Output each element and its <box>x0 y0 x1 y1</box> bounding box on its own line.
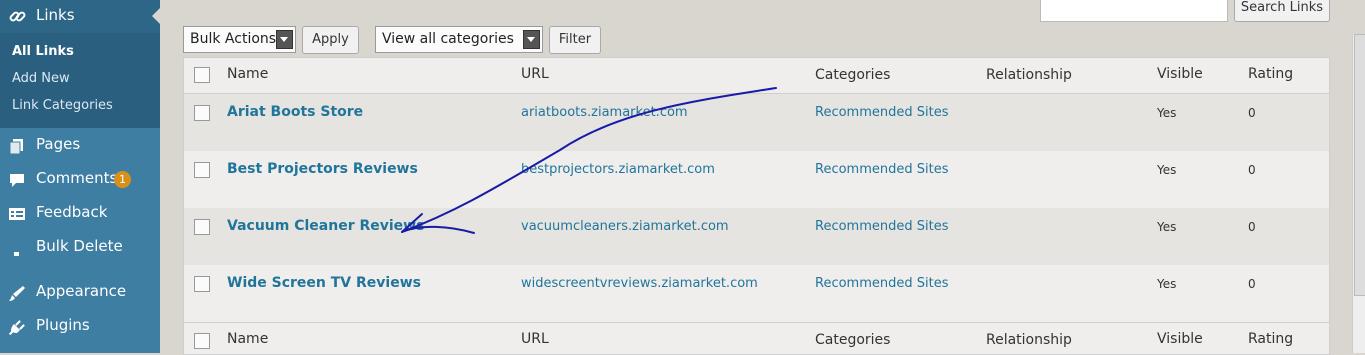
submenu-all-links[interactable]: All Links <box>12 44 74 59</box>
apply-button[interactable]: Apply <box>302 26 359 54</box>
admin-sidebar: Links All Links Add New Link Categories … <box>0 0 160 353</box>
sidebar-item-feedback[interactable]: Feedback <box>0 198 160 228</box>
link-url[interactable]: vacuumcleaners.ziamarket.com <box>521 219 729 234</box>
column-header-visible[interactable]: Visible <box>1157 66 1203 82</box>
sidebar-item-appearance[interactable]: Appearance <box>0 277 160 307</box>
links-table: Name URL Categories Relationship Visible… <box>183 57 1330 355</box>
column-footer-visible[interactable]: Visible <box>1157 331 1203 347</box>
scrollbar-thumb[interactable] <box>1354 34 1365 296</box>
row-checkbox[interactable] <box>194 276 210 292</box>
sidebar-item-label: Appearance <box>36 282 127 300</box>
sidebar-item-links[interactable]: Links <box>0 0 160 33</box>
link-rating: 0 <box>1248 106 1256 120</box>
link-url[interactable]: ariatboots.ziamarket.com <box>521 105 688 120</box>
link-name[interactable]: Wide Screen TV Reviews <box>227 275 421 291</box>
sidebar-item-label: Pages <box>36 135 81 153</box>
pages-icon <box>9 139 23 154</box>
link-rating: 0 <box>1248 220 1256 234</box>
filter-button[interactable]: Filter <box>549 26 601 54</box>
submenu-link-categories[interactable]: Link Categories <box>12 98 113 113</box>
bulk-actions-value: Bulk Actions <box>190 31 277 47</box>
category-filter-select[interactable]: View all categories <box>375 26 543 53</box>
feedback-icon <box>9 208 25 220</box>
row-checkbox[interactable] <box>194 219 210 235</box>
link-category[interactable]: Recommended Sites <box>815 276 948 291</box>
link-category[interactable]: Recommended Sites <box>815 105 948 120</box>
row-checkbox[interactable] <box>194 162 210 178</box>
category-filter-value: View all categories <box>382 31 514 47</box>
column-header-name[interactable]: Name <box>227 66 268 82</box>
comment-count-badge: 1 <box>114 171 131 188</box>
column-footer-relationship: Relationship <box>986 332 1072 348</box>
table-row: Vacuum Cleaner Reviews vacuumcleaners.zi… <box>184 208 1329 265</box>
sidebar-item-plugins[interactable]: Plugins <box>0 311 160 341</box>
column-footer-name[interactable]: Name <box>227 331 268 347</box>
chevron-down-icon <box>523 30 540 49</box>
chevron-down-icon <box>276 30 293 49</box>
row-checkbox[interactable] <box>194 105 210 121</box>
link-name[interactable]: Ariat Boots Store <box>227 104 363 120</box>
column-footer-rating[interactable]: Rating <box>1248 331 1293 347</box>
sidebar-item-label: Bulk Delete <box>36 237 123 255</box>
sidebar-item-label: Links <box>36 6 75 24</box>
bulk-actions-select[interactable]: Bulk Actions <box>183 26 296 53</box>
link-name[interactable]: Best Projectors Reviews <box>227 161 418 177</box>
table-row: Wide Screen TV Reviews widescreentvrevie… <box>184 265 1329 322</box>
submenu-add-new[interactable]: Add New <box>12 71 70 86</box>
table-footer: Name URL Categories Relationship Visible… <box>184 323 1329 354</box>
plugins-icon <box>9 320 25 335</box>
table-row: Ariat Boots Store ariatboots.ziamarket.c… <box>184 94 1329 151</box>
link-visible: Yes <box>1157 106 1177 120</box>
link-url[interactable]: bestprojectors.ziamarket.com <box>521 162 715 177</box>
sidebar-item-pages[interactable]: Pages <box>0 130 160 160</box>
table-header: Name URL Categories Relationship Visible… <box>184 58 1329 93</box>
appearance-icon <box>9 286 25 301</box>
column-header-categories: Categories <box>815 67 891 83</box>
current-menu-arrow <box>152 8 160 24</box>
link-visible: Yes <box>1157 163 1177 177</box>
link-category[interactable]: Recommended Sites <box>815 219 948 234</box>
sidebar-item-bulk-delete[interactable]: Bulk Delete <box>0 232 160 262</box>
sidebar-item-label: Plugins <box>36 316 90 334</box>
link-visible: Yes <box>1157 220 1177 234</box>
link-category[interactable]: Recommended Sites <box>815 162 948 177</box>
sidebar-item-label: Feedback <box>36 203 108 221</box>
column-footer-url[interactable]: URL <box>521 331 549 347</box>
comments-icon <box>10 174 24 187</box>
link-rating: 0 <box>1248 163 1256 177</box>
column-header-relationship: Relationship <box>986 67 1072 83</box>
link-url[interactable]: widescreentvreviews.ziamarket.com <box>521 276 758 291</box>
sidebar-item-comments[interactable]: Comments 1 <box>0 164 160 194</box>
sidebar-item-label: Comments <box>36 169 118 187</box>
link-icon <box>9 11 26 22</box>
search-links-button[interactable]: Search Links <box>1234 0 1330 22</box>
select-all-checkbox-footer[interactable] <box>194 333 210 349</box>
link-visible: Yes <box>1157 277 1177 291</box>
links-submenu: All Links Add New Link Categories <box>0 33 160 128</box>
table-row: Best Projectors Reviews bestprojectors.z… <box>184 151 1329 208</box>
column-header-url[interactable]: URL <box>521 66 549 82</box>
column-header-rating[interactable]: Rating <box>1248 66 1293 82</box>
search-links-input[interactable] <box>1040 0 1228 22</box>
link-rating: 0 <box>1248 277 1256 291</box>
select-all-checkbox[interactable] <box>194 67 210 83</box>
link-name[interactable]: Vacuum Cleaner Reviews <box>227 218 424 234</box>
page-scrollbar[interactable] <box>1352 34 1365 353</box>
column-footer-categories: Categories <box>815 332 891 348</box>
bulk-delete-icon <box>14 252 19 256</box>
